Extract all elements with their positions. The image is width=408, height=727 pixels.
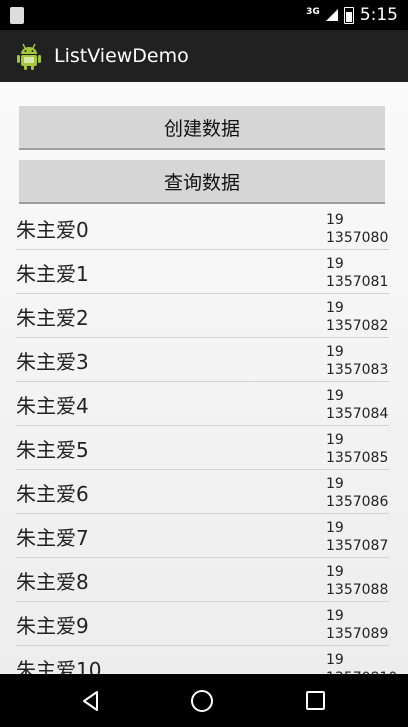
android-app-icon [17, 43, 41, 70]
item-name: 朱主爱7 [16, 526, 89, 550]
list-item[interactable]: 朱主爱9 19 1357089 [16, 602, 389, 646]
list-item[interactable]: 朱主爱0 19 1357080 [16, 206, 389, 250]
app-title: ListViewDemo [54, 45, 189, 67]
clock: 5:15 [359, 5, 398, 25]
list-item[interactable]: 朱主爱6 19 1357086 [16, 470, 389, 514]
item-age: 19 [326, 344, 344, 360]
item-age: 19 [326, 300, 344, 316]
item-name: 朱主爱5 [16, 438, 89, 462]
list-item[interactable]: 朱主爱1 19 1357081 [16, 250, 389, 294]
item-name: 朱主爱0 [16, 218, 89, 242]
item-name: 朱主爱3 [16, 350, 89, 374]
item-age: 19 [326, 388, 344, 404]
item-phone: 1357083 [326, 362, 389, 378]
item-age: 19 [326, 608, 344, 624]
list-item[interactable]: 朱主爱8 19 1357088 [16, 558, 389, 602]
item-phone: 1357089 [326, 626, 389, 642]
action-bar: ListViewDemo [0, 30, 408, 82]
network-type: 3G [306, 7, 320, 17]
list-item[interactable]: 朱主爱10 19 13570810 [16, 646, 397, 674]
battery-icon [343, 6, 354, 24]
status-bar: 3G 5:15 [0, 0, 408, 30]
item-phone: 1357081 [326, 274, 389, 290]
item-age: 19 [326, 652, 344, 668]
list-item[interactable]: 朱主爱5 19 1357085 [16, 426, 389, 470]
item-age: 19 [326, 256, 344, 272]
item-age: 19 [326, 212, 344, 228]
item-name: 朱主爱4 [16, 394, 89, 418]
back-icon[interactable] [80, 690, 102, 712]
create-data-button[interactable]: 创建数据 [19, 106, 385, 150]
item-age: 19 [326, 432, 344, 448]
item-phone: 1357082 [326, 318, 389, 334]
item-name: 朱主爱8 [16, 570, 89, 594]
notification-icon [10, 7, 24, 24]
item-phone: 1357085 [326, 450, 389, 466]
item-name: 朱主爱6 [16, 482, 89, 506]
list-item[interactable]: 朱主爱4 19 1357084 [16, 382, 389, 426]
data-list[interactable]: 朱主爱0 19 1357080 朱主爱1 19 1357081 朱主爱2 19 … [16, 206, 397, 674]
list-item[interactable]: 朱主爱2 19 1357082 [16, 294, 389, 338]
list-item[interactable]: 朱主爱3 19 1357083 [16, 338, 389, 382]
recent-apps-icon[interactable] [306, 691, 325, 710]
item-age: 19 [326, 520, 344, 536]
item-age: 19 [326, 564, 344, 580]
home-icon[interactable] [191, 690, 213, 712]
item-name: 朱主爱10 [16, 658, 102, 674]
main-content: 创建数据 查询数据 朱主爱0 19 1357080 朱主爱1 19 135708… [0, 82, 408, 674]
item-phone: 1357088 [326, 582, 389, 598]
item-age: 19 [326, 476, 344, 492]
query-data-button[interactable]: 查询数据 [19, 160, 385, 204]
item-phone: 1357084 [326, 406, 389, 422]
item-phone: 1357086 [326, 494, 389, 510]
item-name: 朱主爱9 [16, 614, 89, 638]
list-item[interactable]: 朱主爱7 19 1357087 [16, 514, 389, 558]
item-phone: 1357087 [326, 538, 389, 554]
item-name: 朱主爱1 [16, 262, 89, 286]
item-phone: 1357080 [326, 230, 389, 246]
signal-icon [325, 9, 338, 21]
status-icons: 3G 5:15 [306, 4, 398, 26]
item-name: 朱主爱2 [16, 306, 89, 330]
navigation-bar [0, 674, 408, 727]
